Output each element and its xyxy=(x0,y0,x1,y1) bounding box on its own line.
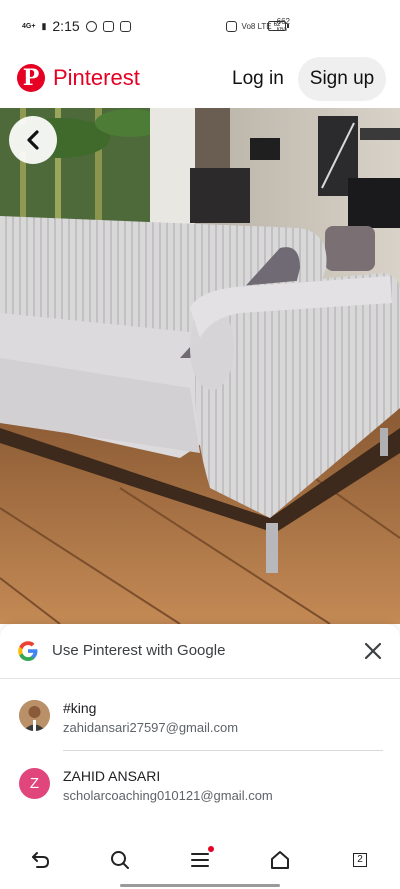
whatsapp-icon xyxy=(85,20,97,32)
search-icon xyxy=(111,851,129,869)
home-icon xyxy=(271,851,289,869)
gallery-icon xyxy=(119,20,131,32)
pinterest-p-icon: P xyxy=(17,64,45,92)
account-name: #king xyxy=(63,700,97,716)
nav-back-button[interactable] xyxy=(20,840,60,880)
signal-label: 4G+ xyxy=(22,22,36,30)
google-sheet-title: Use Pinterest with Google xyxy=(52,642,226,659)
battery-level: 62 xyxy=(273,22,281,28)
mail-icon xyxy=(102,20,114,32)
vibrate-icon xyxy=(225,20,237,32)
account-option[interactable]: Z ZAHID ANSARI scholarcoaching010121@gma… xyxy=(0,748,400,814)
back-button[interactable] xyxy=(9,116,57,164)
signal-icon: ▮ xyxy=(41,20,47,31)
home-indicator[interactable] xyxy=(120,884,280,887)
chevron-left-icon xyxy=(27,130,39,150)
google-sheet-header: Use Pinterest with Google xyxy=(0,624,400,679)
nav-menu-button[interactable] xyxy=(180,840,220,880)
status-left: 4G+ ▮ 2:15 xyxy=(22,18,131,34)
browser-nav-bar: 2 xyxy=(0,834,400,889)
avatar xyxy=(19,700,50,731)
signup-button[interactable]: Sign up xyxy=(298,57,386,101)
account-name: ZAHID ANSARI xyxy=(63,768,161,784)
notification-dot xyxy=(208,846,214,852)
nav-search-button[interactable] xyxy=(100,840,140,880)
avatar-photo-icon xyxy=(19,700,50,731)
menu-icon xyxy=(191,853,209,867)
brand-name: Pinterest xyxy=(53,65,140,90)
close-icon[interactable] xyxy=(362,640,384,662)
google-icon xyxy=(18,641,38,661)
sofa-photo xyxy=(0,108,400,624)
battery-icon: 62 xyxy=(268,21,289,31)
pin-image[interactable] xyxy=(0,108,400,624)
login-button[interactable]: Log in xyxy=(232,68,284,90)
nav-home-button[interactable] xyxy=(260,840,300,880)
google-signin-sheet: Use Pinterest with Google #king zahidans… xyxy=(0,624,400,834)
account-email: zahidansari27597@gmail.com xyxy=(63,720,239,735)
tabs-icon: 2 xyxy=(353,853,367,867)
status-bar: 4G+ ▮ 2:15 Vo8 LTE 662 KB/s 62 xyxy=(0,0,400,52)
top-bar: P Pinterest Log in Sign up xyxy=(0,52,400,108)
account-option[interactable]: #king zahidansari27597@gmail.com xyxy=(0,680,400,746)
account-email: scholarcoaching010121@gmail.com xyxy=(63,788,273,803)
pinterest-logo[interactable]: P Pinterest xyxy=(17,64,140,92)
avatar: Z xyxy=(19,768,50,799)
nav-tabs-button[interactable]: 2 xyxy=(340,840,380,880)
back-icon xyxy=(32,852,50,868)
status-time: 2:15 xyxy=(52,18,80,34)
